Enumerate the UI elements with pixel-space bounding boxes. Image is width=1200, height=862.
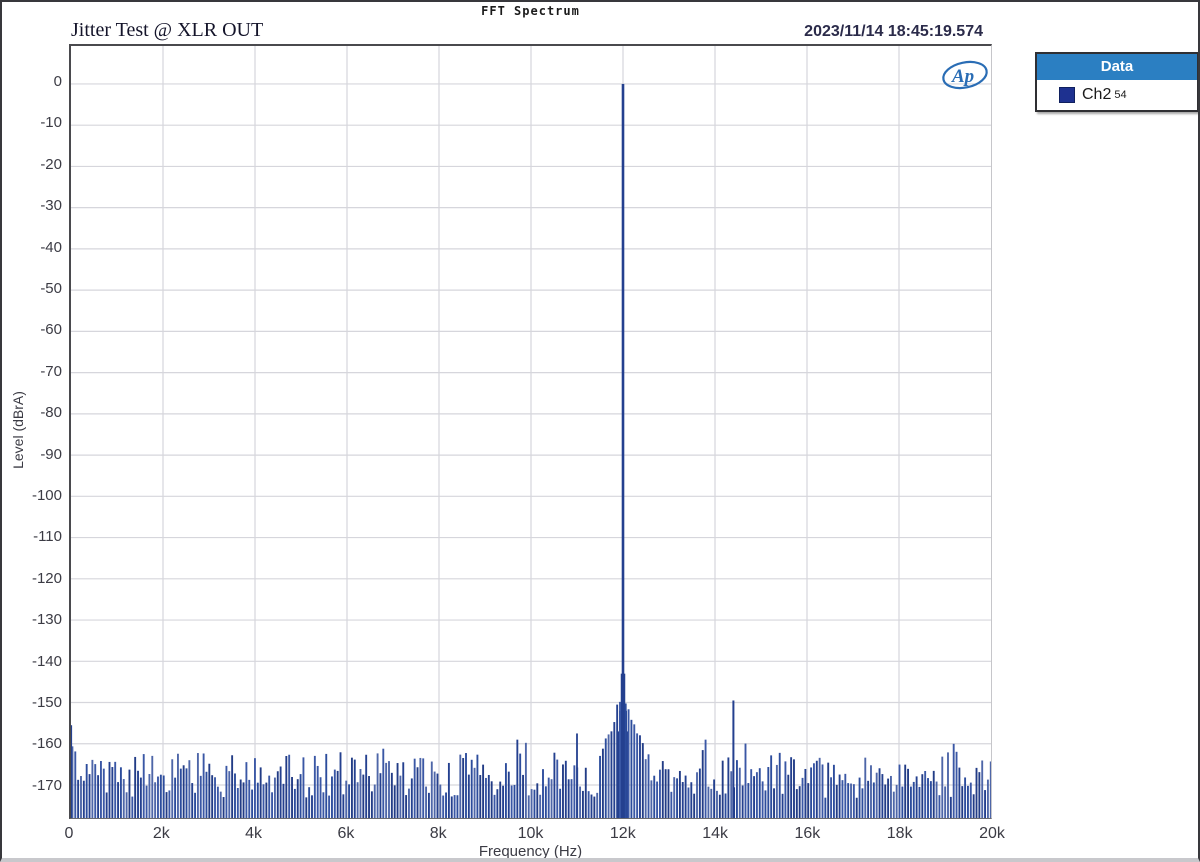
x-tick-label: 0 (41, 825, 97, 843)
legend-item-sublabel: 54 (1114, 89, 1126, 101)
y-tick-label: -20 (2, 156, 62, 174)
x-tick-label: 16k (779, 825, 835, 843)
y-tick-label: -160 (2, 735, 62, 753)
y-tick-label: -30 (2, 197, 62, 215)
y-tick-label: -60 (2, 321, 62, 339)
x-tick-label: 12k (595, 825, 651, 843)
y-tick-label: -170 (2, 777, 62, 795)
timestamp: 2023/11/14 18:45:19.574 (804, 23, 983, 41)
y-tick-label: -90 (2, 446, 62, 464)
y-tick-label: -150 (2, 694, 62, 712)
x-tick-label: 6k (318, 825, 374, 843)
audio-precision-logo-icon: Ap (938, 57, 992, 98)
test-label: Jitter Test @ XLR OUT (71, 19, 263, 42)
legend-header: Data (1037, 54, 1197, 80)
legend-item[interactable]: Ch2 54 (1037, 80, 1197, 110)
x-tick-label: 4k (226, 825, 282, 843)
x-tick-label: 2k (133, 825, 189, 843)
x-tick-label: 8k (410, 825, 466, 843)
x-tick-label: 10k (503, 825, 559, 843)
fft-spectrum-window: FFT Spectrum Jitter Test @ XLR OUT 2023/… (0, 0, 1200, 862)
x-tick-label: 20k (964, 825, 1020, 843)
svg-text:Ap: Ap (951, 66, 974, 87)
x-tick-label: 18k (872, 825, 928, 843)
y-tick-label: -100 (2, 487, 62, 505)
legend-box[interactable]: Data Ch2 54 (1035, 52, 1199, 112)
y-tick-label: -120 (2, 570, 62, 588)
legend-swatch-ch2 (1059, 87, 1075, 103)
plot-area (69, 44, 992, 819)
x-axis-title: Frequency (Hz) (69, 843, 992, 860)
y-tick-label: -70 (2, 363, 62, 381)
y-tick-label: -80 (2, 404, 62, 422)
x-tick-label: 14k (687, 825, 743, 843)
y-tick-label: -40 (2, 239, 62, 257)
chart-title: FFT Spectrum (69, 4, 992, 18)
y-tick-label: -130 (2, 611, 62, 629)
y-tick-label: -10 (2, 114, 62, 132)
y-tick-label: -140 (2, 653, 62, 671)
y-tick-label: -110 (2, 528, 62, 546)
y-tick-label: -50 (2, 280, 62, 298)
y-tick-label: 0 (2, 73, 62, 91)
legend-item-label: Ch2 (1082, 86, 1111, 104)
spectrum-trace (71, 46, 991, 818)
